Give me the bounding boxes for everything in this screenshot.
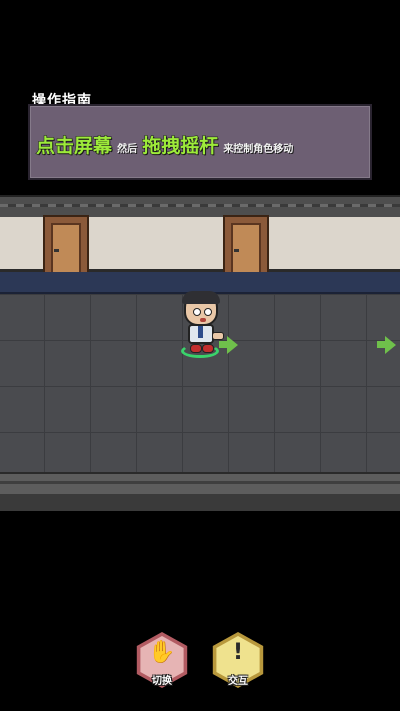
door-right [223,215,269,275]
guide-tap-screen: 点击屏幕 [35,135,113,158]
character-arm [212,332,224,340]
guide-panel: 点击屏幕 然后 拖拽摇杆 来控制角色移动 [28,104,372,180]
door-left [43,215,89,275]
guide-control-move: 来控制角色移动 [223,144,294,155]
character-tie [198,326,203,338]
switch-label: 切换 [152,676,172,687]
left-shoe [190,344,202,353]
floor-edge [0,472,400,496]
right-shoe [202,344,214,353]
guide-then: 然后 [117,144,138,155]
interact-button[interactable]: ! 交互 [210,632,266,688]
player-character[interactable] [180,291,230,364]
guide-text: 点击屏幕 然后 拖拽摇杆 来控制角色移动 [35,131,294,158]
character-hair [182,291,220,304]
exclamation-icon: ! [232,640,244,665]
hand-icon: ✋ [148,640,176,665]
guide-drag-joystick: 拖拽摇杆 [142,135,219,158]
interact-label: 交互 [228,676,248,687]
floor-bottom [0,494,400,511]
switch-button[interactable]: ✋ 切换 [134,632,190,688]
